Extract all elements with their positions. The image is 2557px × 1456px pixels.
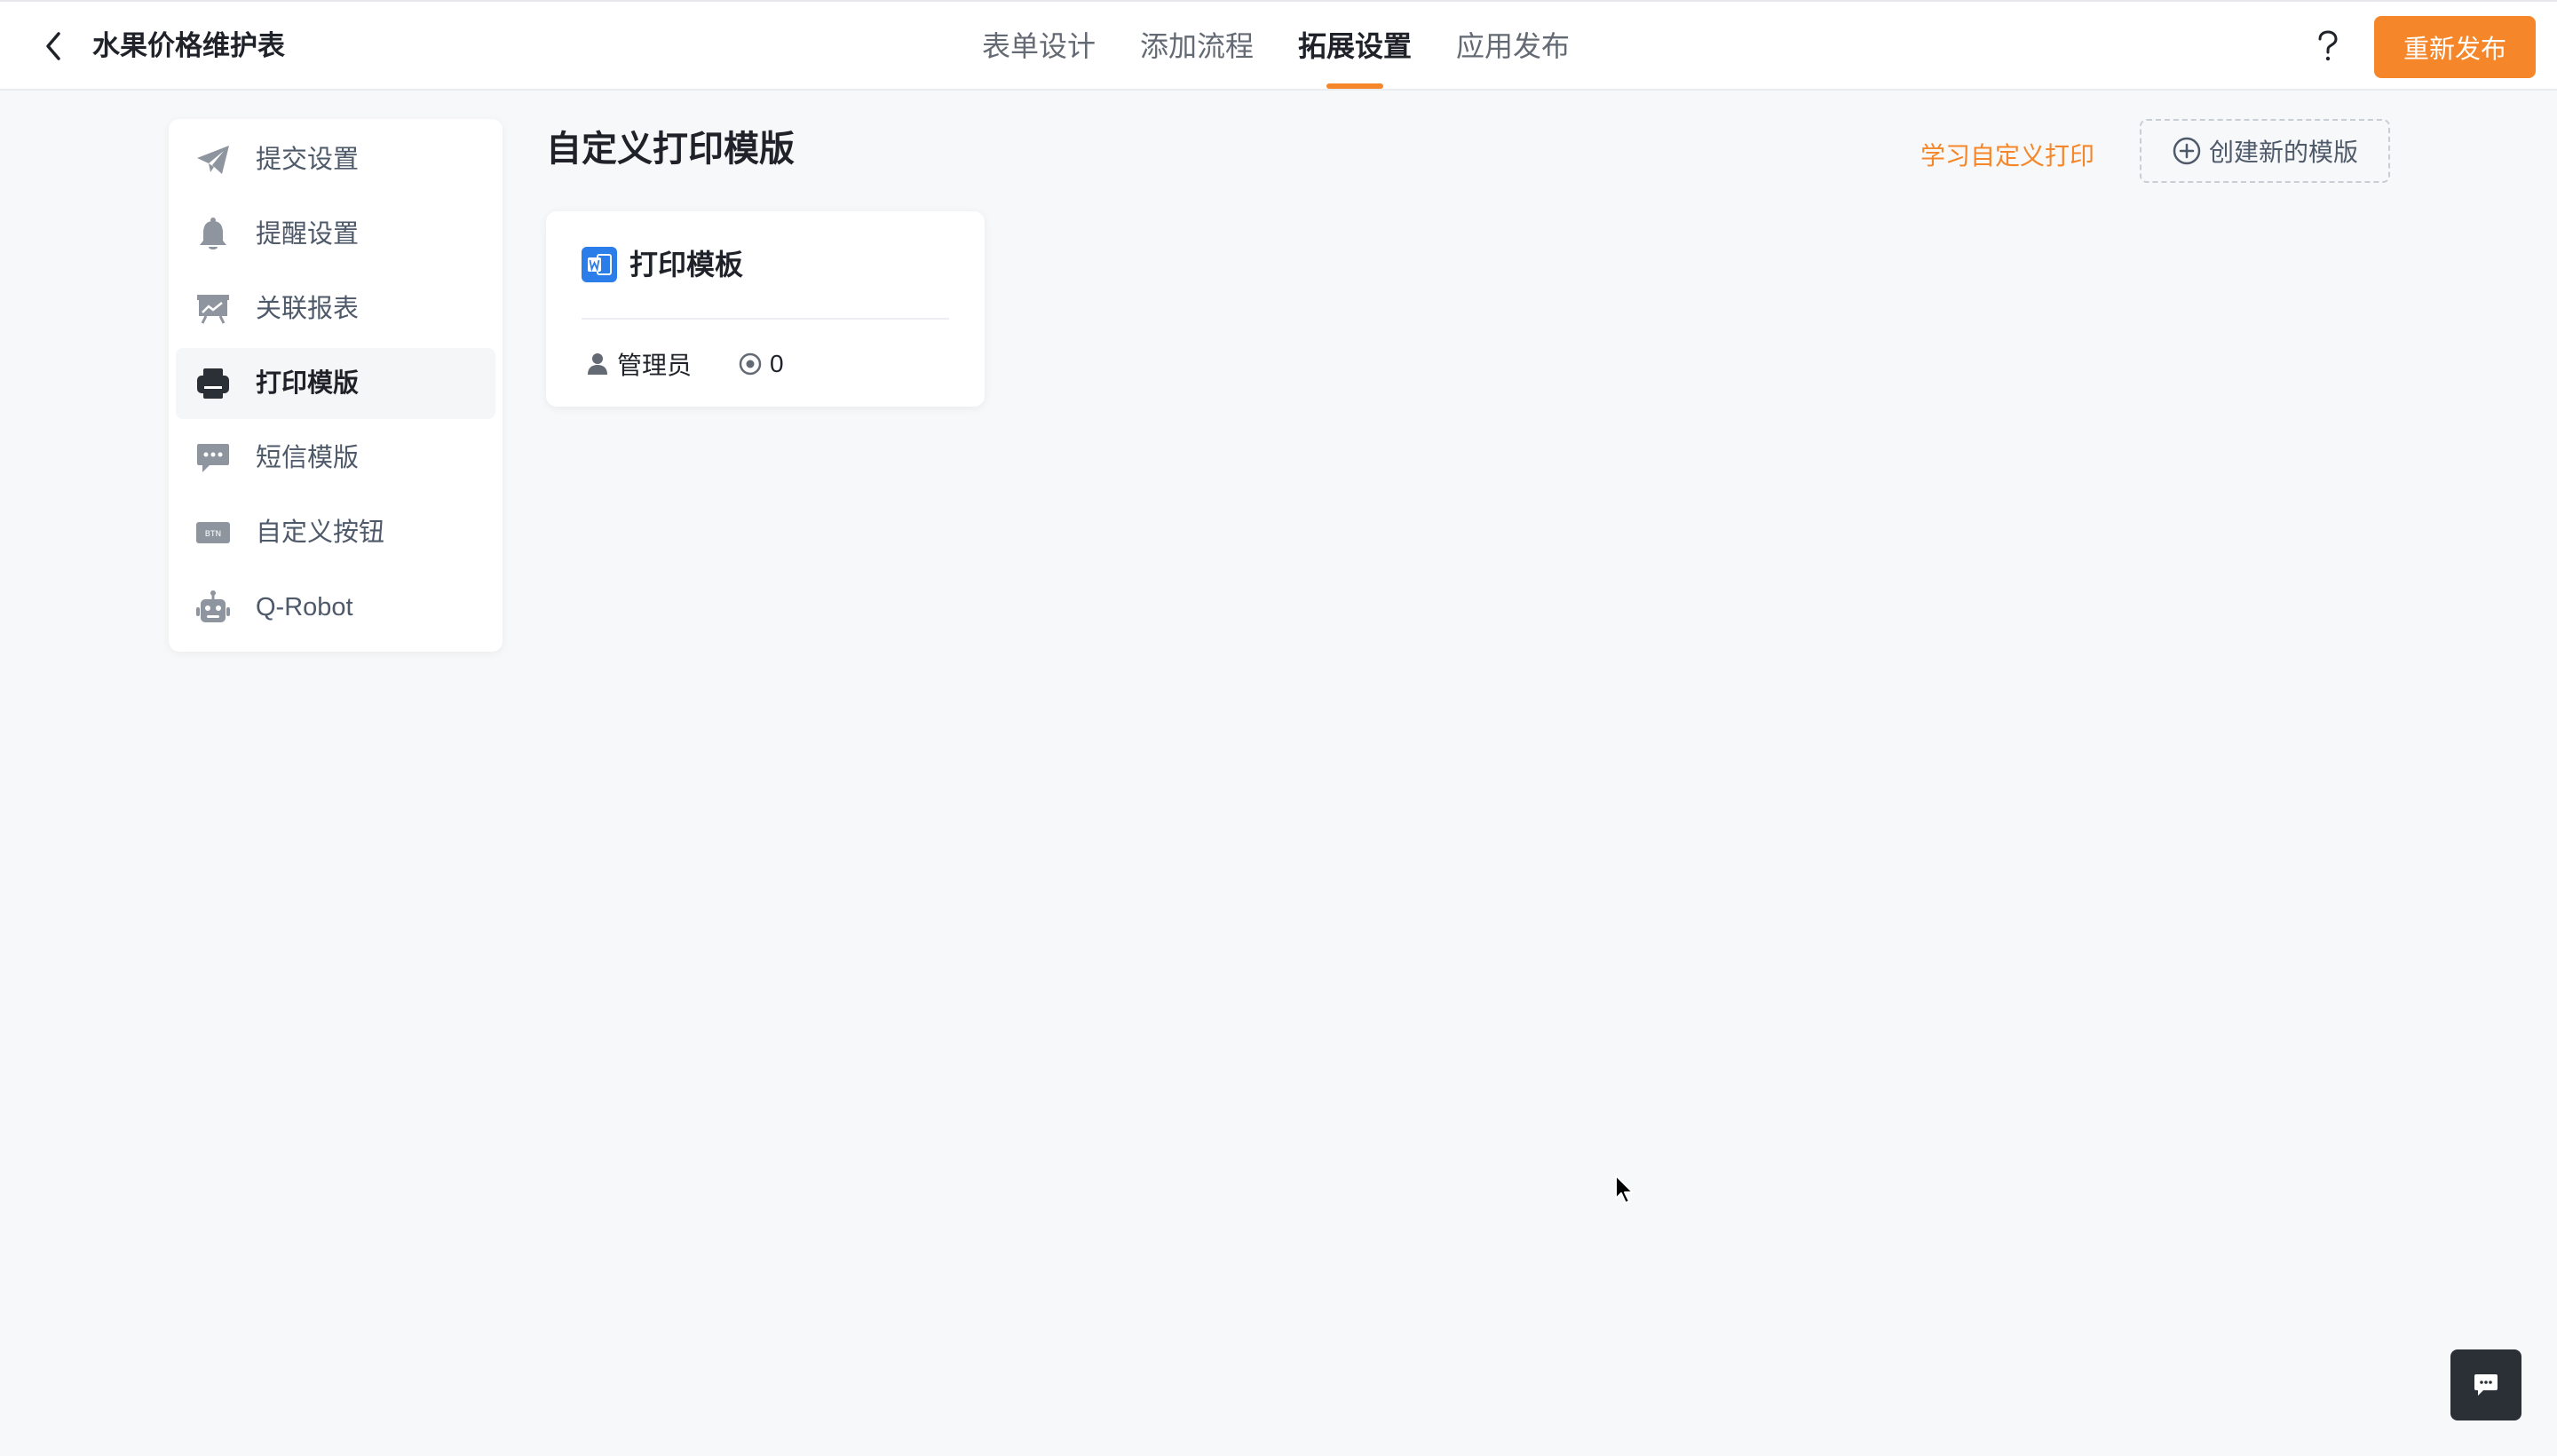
tab-form-design[interactable]: 表单设计 [982,2,1096,91]
card-divider [582,318,949,320]
message-icon [195,440,231,476]
target-circle-icon [738,352,763,376]
question-mark-icon [2318,30,2338,61]
back-button[interactable] [34,27,73,66]
create-template-label: 创建新的模版 [2208,138,2358,166]
sidebar-item-label: 提交设置 [256,146,360,174]
sidebar-item-custom-buttons[interactable]: BTN 自定义按钮 [176,497,495,568]
sidebar-item-label: 关联报表 [256,295,360,323]
sidebar-item-print-templates[interactable]: 打印模版 [176,348,495,419]
chat-support-button[interactable] [2450,1349,2521,1420]
page-title: 自定义打印模版 [546,130,795,169]
app-title: 水果价格维护表 [92,30,285,61]
top-tabs: 表单设计 添加流程 拓展设置 应用发布 [982,2,1570,91]
paper-plane-icon [195,142,231,178]
sidebar-item-linked-reports[interactable]: 关联报表 [176,273,495,344]
republish-button[interactable]: 重新发布 [2374,16,2536,78]
plus-circle-icon [2173,137,2201,165]
tab-add-workflow[interactable]: 添加流程 [1140,2,1254,91]
chevron-left-icon [46,32,60,60]
printer-icon [195,366,231,401]
bell-icon [195,217,231,252]
btn-icon: BTN [195,515,231,550]
template-card[interactable]: 打印模板 管理员 0 [546,211,985,407]
template-owner: 管理员 [617,352,693,379]
sidebar-item-label: 提醒设置 [256,220,360,249]
robot-icon [195,590,231,625]
tab-app-publish[interactable]: 应用发布 [1456,2,1570,91]
template-usage-count: 0 [770,350,784,377]
sidebar-item-label: 短信模版 [256,444,360,472]
sidebar-item-label: Q-Robot [256,593,353,621]
user-icon [585,352,610,376]
sidebar-item-label: 打印模版 [256,369,360,398]
tab-extension-settings[interactable]: 拓展设置 [1298,2,1412,91]
top-header: 水果价格维护表 表单设计 添加流程 拓展设置 应用发布 重新发布 [0,0,2557,91]
chat-bubble-icon [2474,1374,2498,1396]
mouse-pointer-icon [1615,1175,1634,1204]
word-document-icon [582,247,617,282]
svg-text:BTN: BTN [205,530,221,539]
learn-custom-print-link[interactable]: 学习自定义打印 [1920,138,2094,174]
settings-sidebar: 提交设置 提醒设置 关联报表 打印模版 短信模版 BTN 自定义按钮 Q-Rob… [169,119,503,652]
report-board-icon [195,291,231,327]
create-template-button[interactable]: 创建新的模版 [2140,119,2390,183]
sidebar-item-q-robot[interactable]: Q-Robot [176,572,495,643]
sidebar-item-submit-settings[interactable]: 提交设置 [176,124,495,195]
sidebar-item-sms-templates[interactable]: 短信模版 [176,423,495,494]
help-button[interactable] [2308,27,2347,66]
template-card-title: 打印模板 [629,249,744,281]
sidebar-item-reminder-settings[interactable]: 提醒设置 [176,199,495,270]
template-card-meta: 管理员 0 [585,346,784,382]
sidebar-item-label: 自定义按钮 [256,518,385,547]
